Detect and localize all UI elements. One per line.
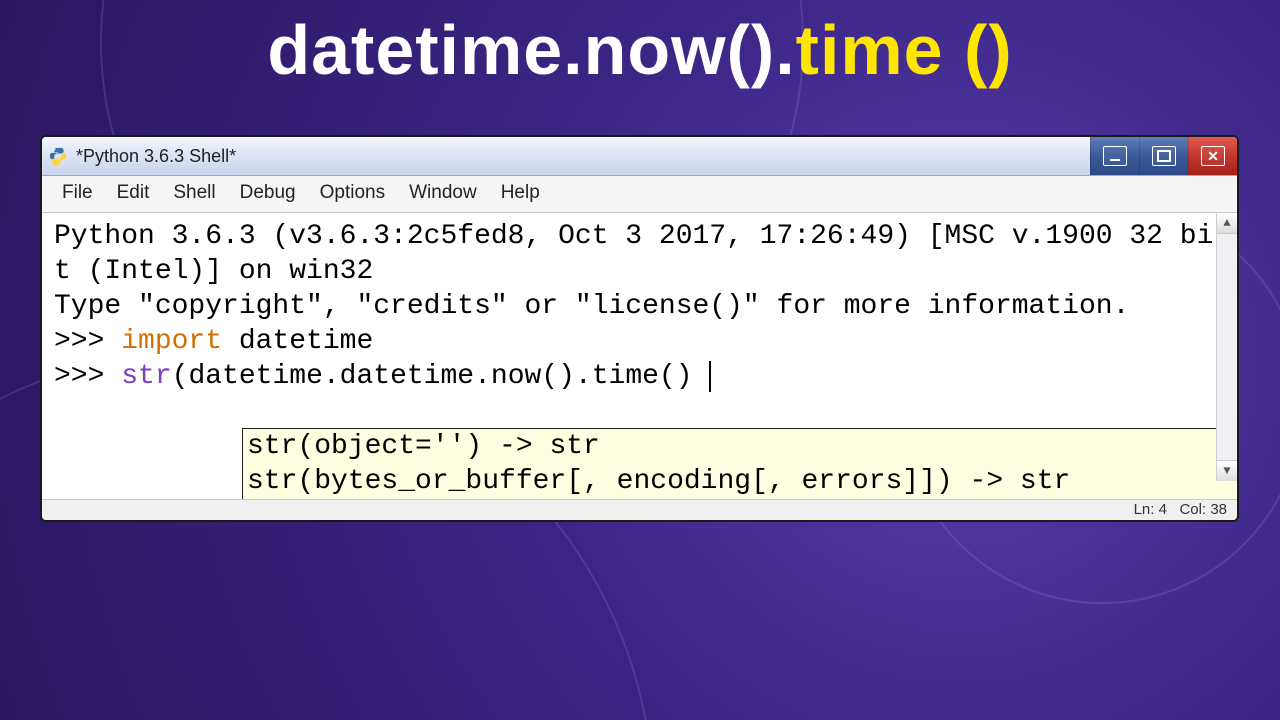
idle-shell-window: *Python 3.6.3 Shell* ✕ File Edit Shell D… — [40, 135, 1239, 522]
menu-file[interactable]: File — [52, 180, 103, 206]
slide-headline: datetime.now().time () — [0, 10, 1280, 90]
minimize-button[interactable] — [1090, 137, 1139, 175]
maximize-button[interactable] — [1139, 137, 1188, 175]
scroll-down-arrow[interactable]: ▼ — [1217, 460, 1237, 481]
python-banner: Python 3.6.3 (v3.6.3:2c5fed8, Oct 3 2017… — [54, 219, 1225, 289]
window-title: *Python 3.6.3 Shell* — [76, 146, 236, 167]
status-ln-label: Ln: — [1134, 501, 1155, 518]
menubar: File Edit Shell Debug Options Window Hel… — [42, 176, 1237, 213]
shell-line-2: >>> str(datetime.datetime.now().time() — [54, 359, 1225, 394]
statusbar: Ln: 4 Col: 38 — [42, 499, 1237, 520]
scroll-up-arrow[interactable]: ▲ — [1217, 213, 1237, 234]
vertical-scrollbar[interactable]: ▲ ▼ — [1216, 213, 1237, 481]
close-button[interactable]: ✕ — [1188, 137, 1237, 175]
menu-options[interactable]: Options — [310, 180, 395, 206]
calltip-line-2: str(bytes_or_buffer[, encoding[, errors]… — [247, 466, 1070, 497]
shell-line-1: >>> import datetime — [54, 324, 1225, 359]
status-col-label: Col: — [1179, 501, 1206, 518]
calltip-tooltip: str(object='') -> str str(bytes_or_buffe… — [242, 428, 1237, 499]
status-col-value: 38 — [1210, 501, 1227, 518]
menu-edit[interactable]: Edit — [107, 180, 160, 206]
headline-prefix: datetime.now(). — [267, 11, 795, 89]
text-cursor — [693, 361, 712, 392]
menu-help[interactable]: Help — [491, 180, 550, 206]
menu-debug[interactable]: Debug — [230, 180, 306, 206]
python-info: Type "copyright", "credits" or "license(… — [54, 289, 1225, 324]
titlebar[interactable]: *Python 3.6.3 Shell* ✕ — [42, 137, 1237, 176]
python-icon — [48, 146, 68, 166]
headline-highlight: time () — [796, 11, 1013, 89]
menu-window[interactable]: Window — [399, 180, 487, 206]
menu-shell[interactable]: Shell — [163, 180, 225, 206]
status-ln-value: 4 — [1159, 501, 1167, 518]
calltip-line-1: str(object='') -> str — [247, 431, 600, 462]
shell-content[interactable]: Python 3.6.3 (v3.6.3:2c5fed8, Oct 3 2017… — [42, 213, 1237, 499]
